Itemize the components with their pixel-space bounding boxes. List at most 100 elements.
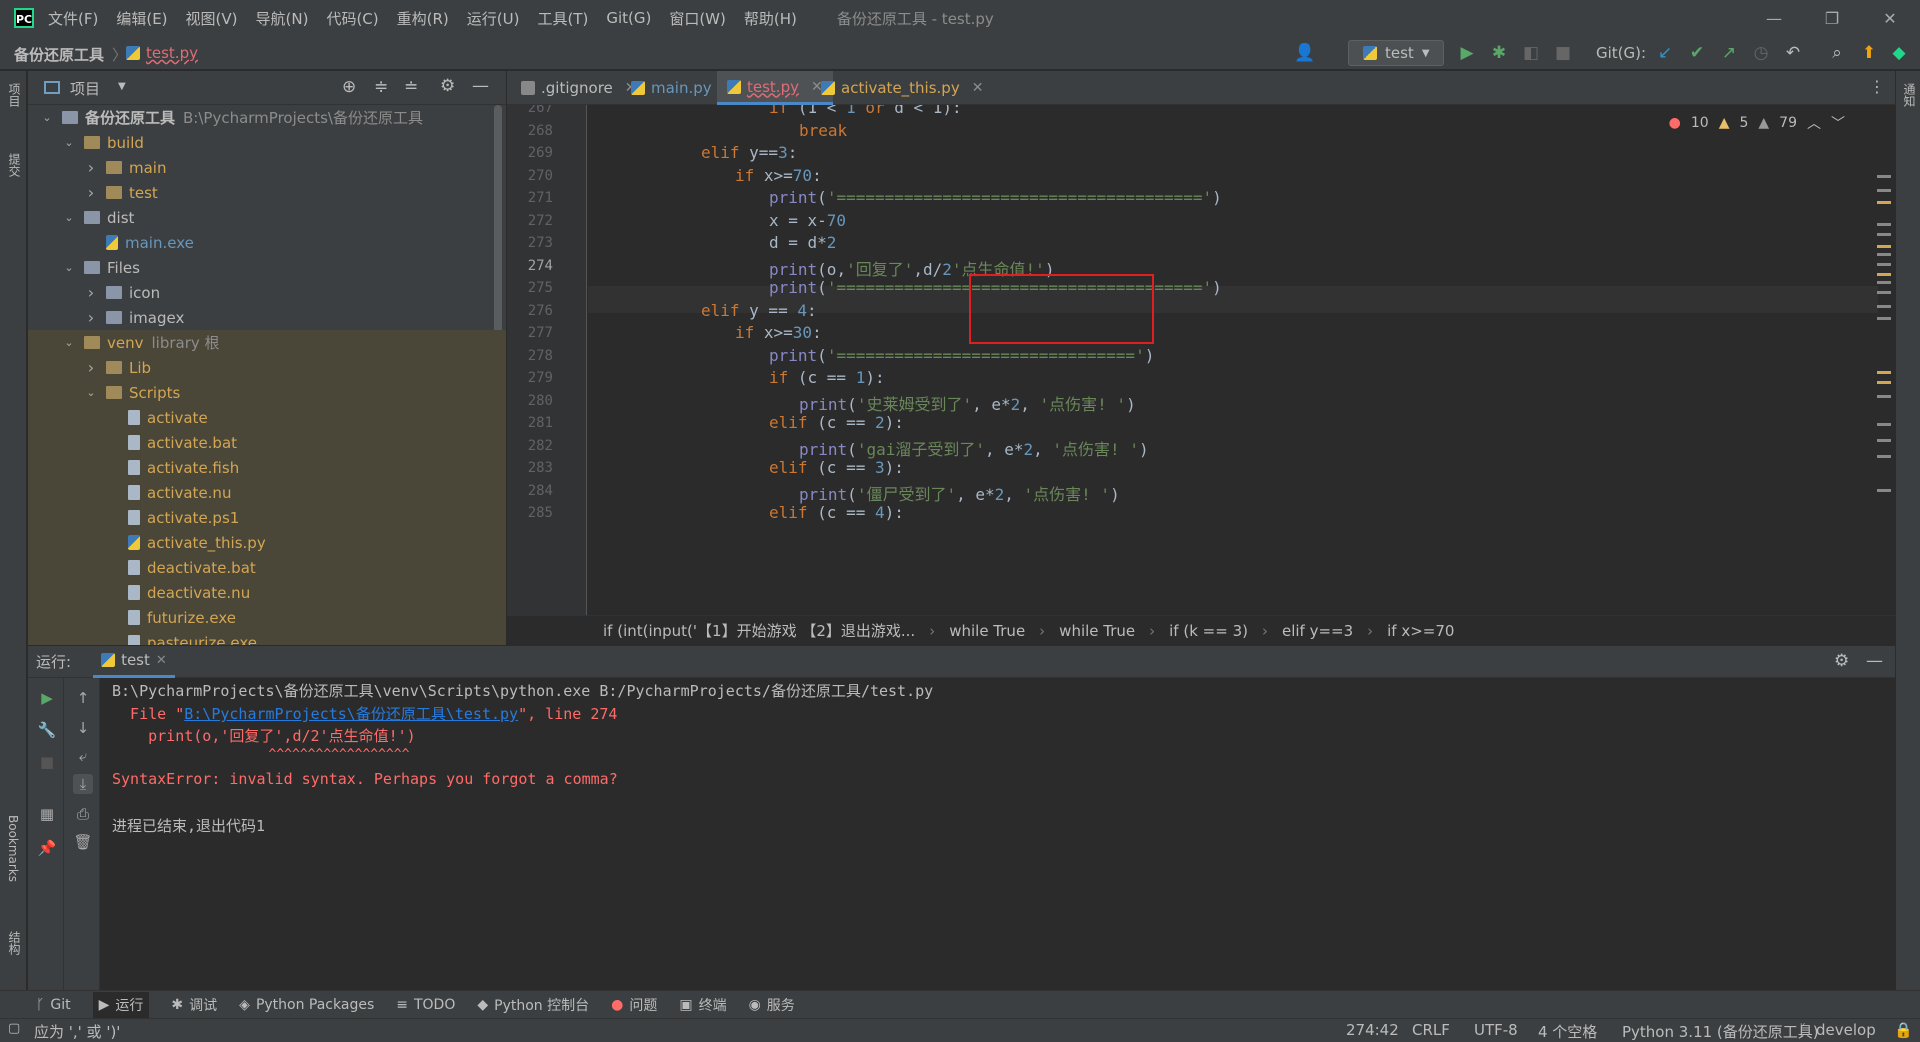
- error-stripe-mark[interactable]: [1877, 201, 1891, 204]
- tree-item[interactable]: deactivate.bat: [28, 555, 506, 580]
- error-stripe-mark[interactable]: [1877, 175, 1891, 178]
- pin-icon[interactable]: 📌: [37, 838, 57, 858]
- tree-item[interactable]: deactivate.nu: [28, 580, 506, 605]
- status-position[interactable]: 274:42: [1346, 1021, 1399, 1039]
- tree-item[interactable]: ⌄ dist: [28, 205, 506, 230]
- tool-todo[interactable]: ≡ TODO: [396, 997, 455, 1013]
- run-tab-test[interactable]: test ✕: [93, 646, 175, 678]
- history-icon[interactable]: ◷: [1750, 42, 1772, 64]
- tab-activate-this-py[interactable]: activate_this.py ✕: [811, 71, 993, 105]
- tree-item[interactable]: ⌄ venv library 根: [28, 330, 506, 355]
- menu-navigate[interactable]: 导航(N): [256, 8, 309, 29]
- git-commit-icon[interactable]: ✔: [1686, 42, 1708, 64]
- status-indent[interactable]: 4 个空格: [1538, 1021, 1597, 1042]
- error-stripe-mark[interactable]: [1877, 489, 1891, 492]
- status-branch[interactable]: develop: [1816, 1021, 1876, 1039]
- chevron-right-icon[interactable]: ›: [84, 283, 98, 302]
- close-icon[interactable]: ✕: [1862, 0, 1918, 36]
- soft-wrap-icon[interactable]: ⤶: [73, 746, 93, 766]
- debug-icon[interactable]: ✱: [1488, 42, 1510, 64]
- hide-icon[interactable]: —: [472, 76, 489, 96]
- tool-notifications[interactable]: 通知: [1901, 83, 1918, 107]
- tool-problems[interactable]: ● 问题: [611, 995, 657, 1015]
- gear-icon[interactable]: ⚙: [1834, 651, 1849, 671]
- tree-item[interactable]: activate.nu: [28, 480, 506, 505]
- breadcrumb-file[interactable]: test.py: [146, 44, 198, 62]
- stop-icon[interactable]: ■: [37, 752, 57, 772]
- rollback-icon[interactable]: ↶: [1782, 42, 1804, 64]
- tree-item[interactable]: › test: [28, 180, 506, 205]
- git-update-icon[interactable]: ↙: [1654, 42, 1676, 64]
- tree-item[interactable]: › Lib: [28, 355, 506, 380]
- tool-git[interactable]: ᚴ Git: [36, 997, 71, 1013]
- locate-icon[interactable]: ⊕: [342, 77, 356, 97]
- hide-icon[interactable]: —: [1866, 651, 1883, 671]
- minimize-icon[interactable]: —: [1746, 0, 1802, 36]
- tree-item[interactable]: main.exe: [28, 230, 506, 255]
- tree-item[interactable]: ⌄ 备份还原工具 B:\PycharmProjects\备份还原工具: [28, 105, 506, 130]
- error-stripe-mark[interactable]: [1877, 423, 1891, 426]
- menu-run[interactable]: 运行(U): [467, 8, 520, 29]
- tool-project[interactable]: 项目: [6, 83, 23, 107]
- tree-item[interactable]: activate.bat: [28, 430, 506, 455]
- code-editor[interactable]: 267 268 269 270 271 272 273 274 275 276 277 278 279 2…: [507, 105, 1895, 615]
- user-icon[interactable]: 👤: [1294, 42, 1316, 64]
- tool-run[interactable]: ▶ 运行: [92, 991, 150, 1018]
- chevron-down-icon[interactable]: ⌄: [62, 336, 76, 349]
- close-icon[interactable]: ✕: [972, 80, 984, 96]
- chevron-right-icon[interactable]: ›: [84, 358, 98, 377]
- lock-icon[interactable]: 🔒: [1894, 1021, 1913, 1039]
- error-stripe-mark[interactable]: [1877, 253, 1891, 256]
- chevron-up-icon[interactable]: ︿: [1807, 113, 1821, 133]
- chevron-down-icon[interactable]: ⌄: [62, 261, 76, 274]
- tree-item[interactable]: activate.ps1: [28, 505, 506, 530]
- tree-item[interactable]: › icon: [28, 280, 506, 305]
- trash-icon[interactable]: 🗑: [73, 832, 93, 852]
- error-stripe-mark[interactable]: [1877, 233, 1891, 236]
- error-stripe[interactable]: [1877, 105, 1891, 615]
- breadcrumb-item[interactable]: elif y==3: [1282, 622, 1353, 640]
- more-options-icon[interactable]: ⋮: [1869, 77, 1885, 96]
- tree-item[interactable]: activate: [28, 405, 506, 430]
- tool-bookmarks[interactable]: Bookmarks: [6, 815, 20, 882]
- tree-item[interactable]: › imagex: [28, 305, 506, 330]
- menu-tools[interactable]: 工具(T): [537, 8, 588, 29]
- breadcrumb-item[interactable]: if x>=70: [1387, 622, 1454, 640]
- tree-item[interactable]: pasteurize.exe: [28, 630, 506, 645]
- arrow-up-icon[interactable]: ↑: [73, 688, 93, 708]
- tool-structure[interactable]: 结构: [6, 931, 23, 955]
- run-console[interactable]: ▶ 🔧 ■ ▦ 📌 ↑ ↓ ⤶ ⤓ ⎙ 🗑 B:\PycharmProjects…: [28, 678, 1895, 990]
- chevron-down-icon[interactable]: ⌄: [40, 111, 54, 124]
- chevron-right-icon[interactable]: ›: [84, 308, 98, 327]
- menu-file[interactable]: 文件(F): [48, 8, 98, 29]
- tool-python-packages[interactable]: ◈ Python Packages: [239, 997, 374, 1013]
- menu-help[interactable]: 帮助(H): [744, 8, 797, 29]
- error-stripe-mark[interactable]: [1877, 381, 1891, 384]
- breadcrumb-project[interactable]: 备份还原工具: [14, 44, 104, 65]
- search-icon[interactable]: ⌕: [1826, 42, 1848, 64]
- error-stripe-mark[interactable]: [1877, 263, 1891, 266]
- error-stripe-mark[interactable]: [1877, 291, 1891, 294]
- status-encoding[interactable]: UTF-8: [1474, 1021, 1518, 1039]
- error-stripe-mark[interactable]: [1877, 317, 1891, 320]
- collapse-all-icon[interactable]: ≐: [404, 77, 418, 97]
- tool-commit[interactable]: 提交: [6, 153, 23, 177]
- error-stripe-mark[interactable]: [1877, 455, 1891, 458]
- close-icon[interactable]: ✕: [156, 653, 167, 668]
- menu-window[interactable]: 窗口(W): [669, 8, 726, 29]
- tree-item[interactable]: activate_this.py: [28, 530, 506, 555]
- tree-item[interactable]: ⌄ Scripts: [28, 380, 506, 405]
- status-window-icon[interactable]: ▢: [8, 1021, 20, 1036]
- menu-refactor[interactable]: 重构(R): [397, 8, 449, 29]
- error-stripe-mark[interactable]: [1877, 439, 1891, 442]
- error-stripe-mark[interactable]: [1877, 281, 1891, 284]
- error-stripe-mark[interactable]: [1877, 223, 1891, 226]
- menu-git[interactable]: Git(G): [606, 9, 651, 27]
- tree-item[interactable]: activate.fish: [28, 455, 506, 480]
- toolbox-icon[interactable]: ◆: [1888, 42, 1910, 64]
- error-stripe-mark[interactable]: [1877, 189, 1891, 192]
- breadcrumb-item[interactable]: while True: [949, 622, 1025, 640]
- wrench-icon[interactable]: 🔧: [37, 720, 57, 740]
- git-push-icon[interactable]: ↗: [1718, 42, 1740, 64]
- tree-item[interactable]: ⌄ build: [28, 130, 506, 155]
